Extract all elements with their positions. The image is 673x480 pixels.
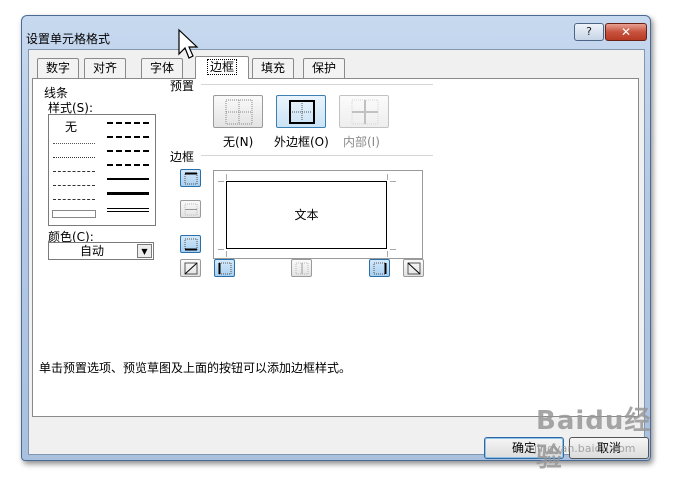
preset-inside-label: 内部(I) [343,135,380,149]
watermark-url: jingyan.baidu.com [534,442,636,455]
dropdown-arrow-icon[interactable]: ▼ [137,244,152,258]
tab-number[interactable]: 数字 [37,58,79,78]
line-style-medium-dash-dot-dot[interactable] [107,122,149,124]
preview-tick [218,181,224,182]
hint-text: 单击预置选项、预览草图及上面的按钮可以添加边框样式。 [39,361,352,375]
border-top-button[interactable] [180,169,201,187]
preset-none-icon [225,99,253,125]
watermark: Baidu经验 jingyan.baidu.com [528,398,666,473]
help-button[interactable]: ? [574,23,604,41]
close-button[interactable]: ✕ [605,23,647,41]
preset-outline-label: 外边框(O) [274,135,329,149]
line-style-slant-dash-dot[interactable] [107,136,149,138]
line-style-dash-dot-dot[interactable] [53,171,95,172]
color-value: 自动 [79,244,104,258]
border-separator [201,155,433,156]
presets-title: 预置 [170,79,195,93]
preview-cell: 文本 [226,181,387,249]
preset-none-button[interactable] [213,95,263,128]
line-style-thin-selected[interactable] [52,210,96,218]
border-inside-horizontal-button[interactable] [180,200,201,218]
preview-tick [390,249,396,250]
border-top-icon [184,172,198,185]
preset-none-label: 无(N) [223,135,254,149]
preview-tick [226,174,227,180]
border-diagonal-down-button[interactable] [403,259,424,277]
dialog-client-area: 数字 对齐 字体 边框 填充 保护 线条 样式(S): 无 颜色(C): 自动 … [28,49,649,459]
border-left-button[interactable] [214,259,235,277]
presets-separator [201,84,433,85]
tab-alignment[interactable]: 对齐 [84,58,126,78]
border-inside-vertical-icon [295,262,309,275]
preset-inside-icon [351,99,379,125]
border-preview[interactable]: 文本 [213,170,423,259]
line-style-hair[interactable] [53,143,95,144]
line-style-dotted[interactable] [53,157,95,158]
watermark-logo-text: Baidu经验 [536,406,652,473]
border-diagonal-up-icon [184,262,198,275]
line-style-medium-dashed[interactable] [107,164,149,166]
border-right-icon [373,262,387,275]
dialog-title: 设置单元格格式 [26,32,111,46]
border-inside-horizontal-icon [184,203,198,216]
preview-tick [387,251,388,257]
border-bottom-icon [184,238,198,251]
line-style-double[interactable] [107,208,149,212]
preview-tick [218,249,224,250]
line-style-medium-dash-dot[interactable] [107,150,149,152]
line-style-thick[interactable] [107,192,149,195]
preview-tick [387,174,388,180]
border-left-icon [218,262,232,275]
line-style-list[interactable]: 无 [48,114,156,226]
line-style-none[interactable]: 无 [65,118,77,135]
tab-border[interactable]: 边框 [195,56,249,79]
color-dropdown[interactable]: 自动 ▼ [48,242,154,260]
line-style-dashed[interactable] [53,199,95,200]
border-title: 边框 [170,150,195,164]
preset-outline-icon [289,100,315,124]
tab-protection[interactable]: 保护 [303,58,345,78]
border-tab-panel: 线条 样式(S): 无 颜色(C): 自动 ▼ 预置 无(N) 外边框(O) 内… [32,78,639,417]
border-right-button[interactable] [369,259,390,277]
preset-inside-button[interactable] [339,95,389,128]
preset-outline-button[interactable] [276,95,326,128]
preview-tick [226,251,227,257]
preview-tick [390,181,396,182]
border-bottom-button[interactable] [180,235,201,253]
border-inside-vertical-button[interactable] [291,259,312,277]
border-diagonal-up-button[interactable] [180,259,201,277]
dialog-window: 设置单元格格式 ? ✕ 数字 对齐 字体 边框 填充 保护 线条 样式(S): … [21,15,651,461]
line-style-dash-dot[interactable] [53,185,95,186]
line-style-medium[interactable] [107,178,149,180]
tab-fill[interactable]: 填充 [252,58,294,78]
border-diagonal-down-icon [407,262,421,275]
